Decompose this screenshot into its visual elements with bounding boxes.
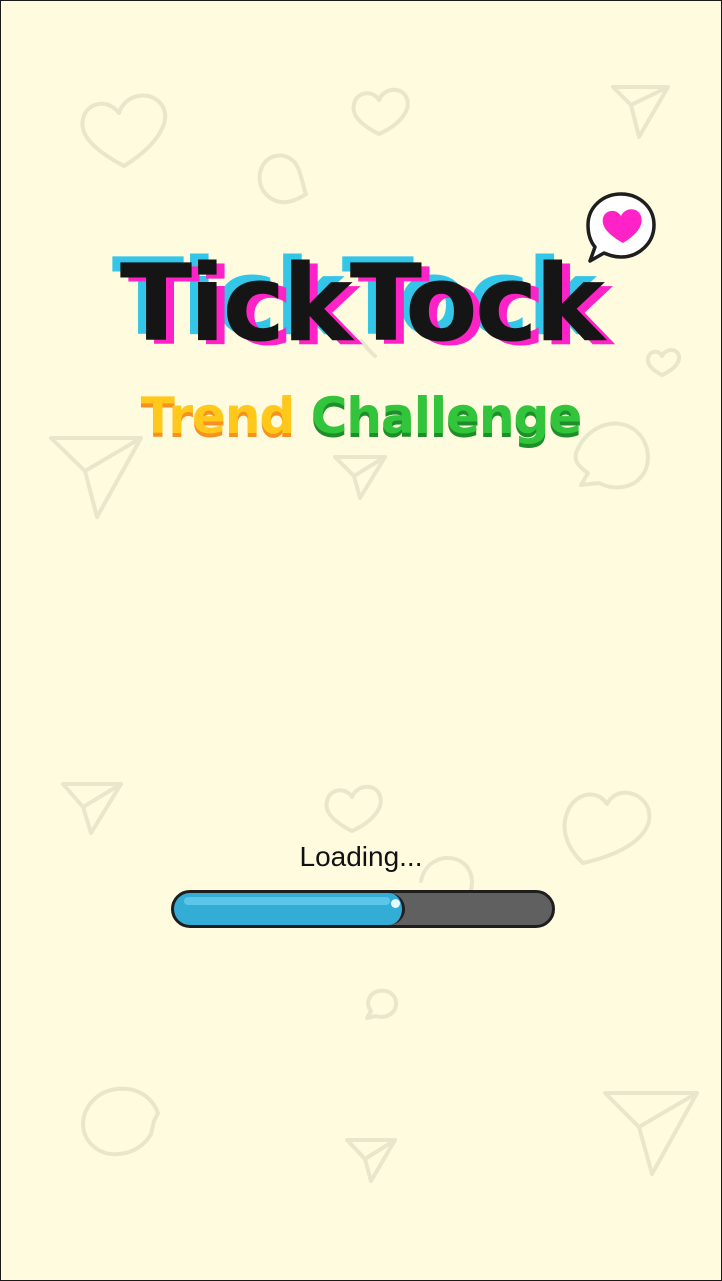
speech-bubble-outline-icon <box>365 988 399 1020</box>
paper-plane-outline-icon <box>333 455 387 500</box>
logo-title-text: TickTock <box>119 242 605 365</box>
speech-bubble-outline-icon <box>257 153 308 205</box>
loading-progress-fill <box>174 893 405 925</box>
heart-speech-bubble-icon <box>586 192 656 263</box>
logo-subtitle: Trend Challenge <box>1 381 721 451</box>
heart-outline-icon <box>324 784 383 833</box>
heart-outline-icon <box>645 348 682 377</box>
paper-plane-outline-icon <box>61 782 123 835</box>
loading-label: Loading... <box>299 841 423 872</box>
subtitle-challenge: Challenge <box>310 387 583 445</box>
progress-shine <box>391 899 400 908</box>
loading-progress-bar <box>171 890 555 928</box>
heart-outline-icon <box>80 93 168 168</box>
logo-title: TickTock TickTock TickTock <box>81 236 641 369</box>
heart-outline-icon <box>351 87 410 136</box>
paper-plane-outline-icon <box>603 1091 699 1176</box>
subtitle-trend: Trend <box>140 387 296 445</box>
paper-plane-outline-icon <box>345 1138 397 1183</box>
paper-plane-outline-icon <box>611 85 670 139</box>
speech-bubble-outline-icon <box>81 1086 160 1157</box>
splash-screen: TickTock TickTock TickTock Trend Challen… <box>0 0 722 1281</box>
